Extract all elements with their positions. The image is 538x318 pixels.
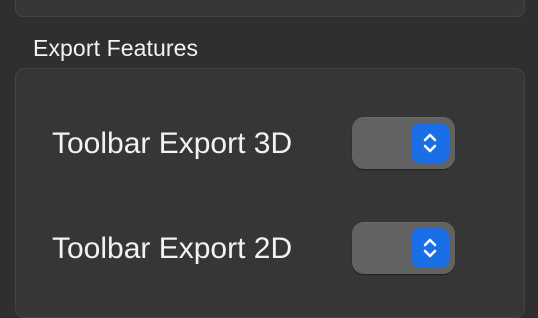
toolbar-export-3d-label: Toolbar Export 3D — [52, 127, 293, 160]
toolbar-export-2d-label: Toolbar Export 2D — [52, 232, 293, 265]
toolbar-export-2d-popup[interactable] — [352, 222, 455, 274]
export-features-group — [15, 68, 525, 318]
toolbar-export-3d-popup[interactable] — [352, 117, 455, 169]
section-title: Export Features — [33, 35, 199, 61]
previous-section-panel — [15, 0, 525, 17]
chevron-up-down-icon[interactable] — [411, 123, 449, 163]
chevron-up-down-icon[interactable] — [411, 228, 449, 268]
